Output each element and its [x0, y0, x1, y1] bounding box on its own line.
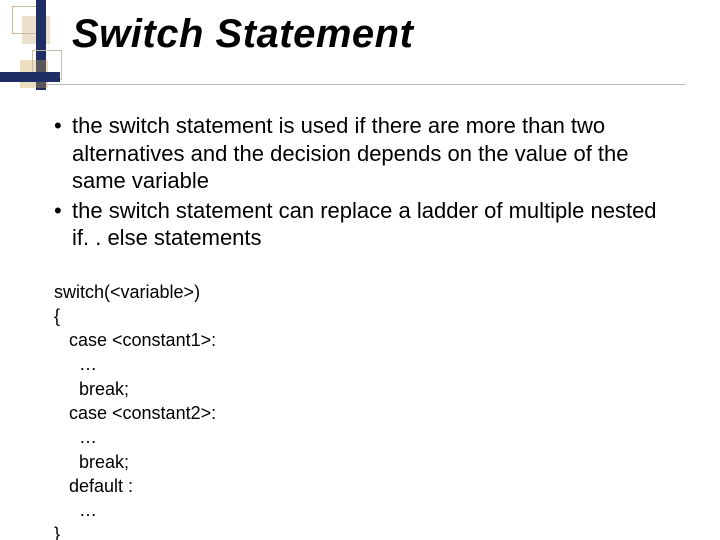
bullet-list: the switch statement is used if there ar… [54, 112, 674, 252]
code-line: … [54, 498, 674, 522]
bullet-item: the switch statement can replace a ladde… [54, 197, 674, 252]
code-block: switch(<variable>) { case <constant1>: …… [54, 280, 674, 540]
decor-square-fill-2 [20, 60, 48, 88]
slide-title: Switch Statement [72, 12, 413, 57]
code-line: break; [54, 450, 674, 474]
decor-vertical-bar [36, 0, 46, 90]
code-line: case <constant1>: [54, 328, 674, 352]
decor-horizontal-bar [0, 72, 60, 82]
code-line: … [54, 352, 674, 376]
decor-square-outline-2 [32, 50, 62, 80]
code-line: } [54, 522, 674, 540]
code-line: … [54, 425, 674, 449]
bullet-item: the switch statement is used if there ar… [54, 112, 674, 195]
decor-horizontal-rule [46, 84, 686, 85]
code-line: { [54, 304, 674, 328]
slide-body: the switch statement is used if there ar… [54, 112, 674, 540]
decor-square-outline-1 [12, 6, 40, 34]
slide: Switch Statement the switch statement is… [0, 0, 720, 540]
code-line: break; [54, 377, 674, 401]
decor-square-fill-1 [22, 16, 50, 44]
code-line: switch(<variable>) [54, 280, 674, 304]
code-line: case <constant2>: [54, 401, 674, 425]
code-line: default : [54, 474, 674, 498]
